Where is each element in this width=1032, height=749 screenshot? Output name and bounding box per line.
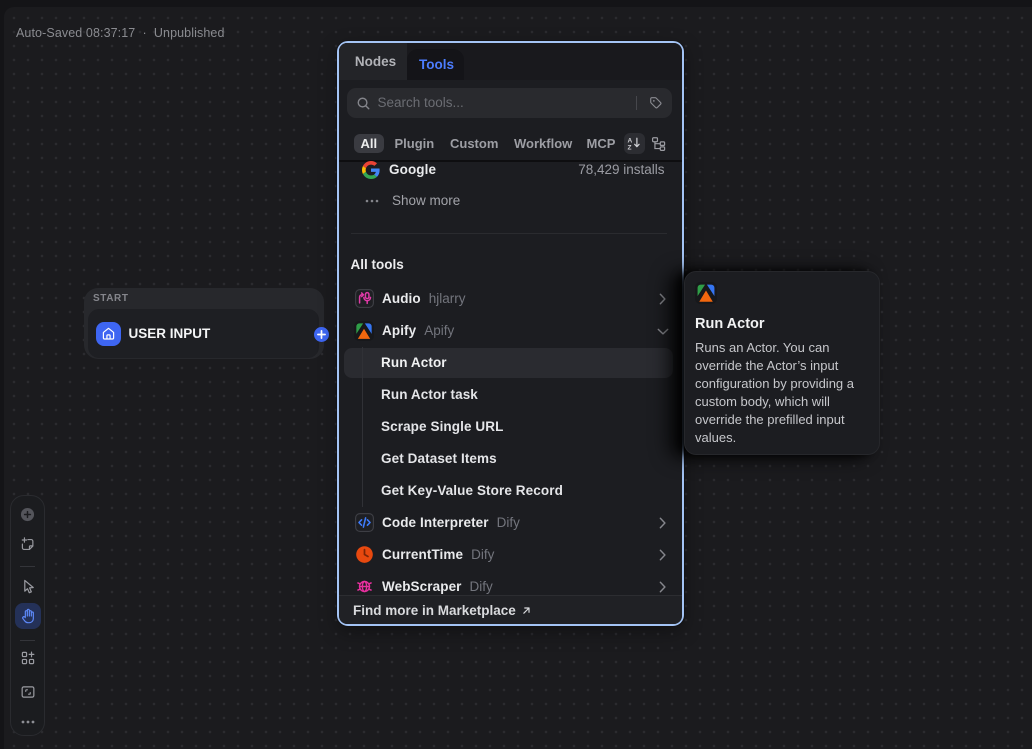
svg-text:A: A	[628, 138, 633, 145]
svg-text:Z: Z	[628, 145, 632, 150]
